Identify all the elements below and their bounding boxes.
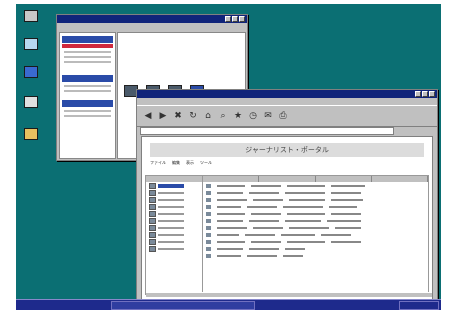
table-row[interactable]	[203, 218, 428, 224]
file-icon	[206, 191, 211, 195]
table-row[interactable]	[203, 183, 428, 189]
table-row[interactable]	[203, 239, 428, 245]
forward-icon[interactable]: ▶	[158, 109, 168, 123]
page-title: ジャーナリスト・ポータル	[150, 143, 424, 157]
table-row[interactable]	[203, 204, 428, 210]
address-field[interactable]	[140, 127, 394, 135]
home-icon[interactable]: ⌂	[203, 109, 213, 123]
panel-alert-bar	[62, 44, 113, 48]
print-icon[interactable]: ⎙	[278, 109, 288, 123]
tree-node[interactable]	[149, 218, 199, 224]
status-bar	[146, 292, 432, 297]
table-row[interactable]	[203, 225, 428, 231]
file-icon	[206, 247, 211, 251]
file-icon	[206, 184, 211, 188]
file-list-header	[203, 176, 428, 182]
favorites-icon[interactable]: ★	[233, 109, 243, 123]
table-row[interactable]	[203, 246, 428, 252]
folder-icon	[149, 183, 156, 189]
tree-node[interactable]	[149, 225, 199, 231]
folder-icon	[149, 197, 156, 203]
panel-header-3	[62, 100, 113, 107]
file-icon	[206, 226, 211, 230]
back-window-menubar	[57, 23, 247, 30]
content-menu-item[interactable]: ツール	[200, 160, 212, 166]
file-icon	[206, 254, 211, 258]
minimize-icon[interactable]	[415, 91, 421, 97]
stop-icon[interactable]: ✖	[173, 109, 183, 123]
tree-node[interactable]	[149, 232, 199, 238]
maximize-icon[interactable]	[232, 16, 238, 22]
tree-node[interactable]	[149, 239, 199, 245]
back-window-titlebar[interactable]	[57, 15, 247, 23]
content-menu-item[interactable]: 表示	[186, 160, 194, 166]
folder-icon	[149, 232, 156, 238]
panel-header	[62, 36, 113, 43]
content-menu: ファイル 編集 表示 ツール	[142, 157, 432, 169]
back-window-left-pane	[59, 32, 116, 159]
file-icon	[206, 233, 211, 237]
panel-header-2	[62, 75, 113, 82]
desktop-icon-4[interactable]	[20, 96, 42, 116]
system-tray	[399, 301, 439, 310]
browser-window[interactable]: ◀ ▶ ✖ ↻ ⌂ ⌕ ★ ◷ ✉ ⎙ ジャーナリスト・ポータル ファイル 編集…	[136, 89, 438, 306]
maximize-icon[interactable]	[422, 91, 428, 97]
history-icon[interactable]: ◷	[248, 109, 258, 123]
tree-node-selected[interactable]	[149, 183, 199, 189]
browser-menubar	[137, 98, 437, 105]
browser-toolbar: ◀ ▶ ✖ ↻ ⌂ ⌕ ★ ◷ ✉ ⎙	[137, 105, 437, 127]
tree-node[interactable]	[149, 204, 199, 210]
file-icon	[206, 240, 211, 244]
taskbar-item[interactable]	[111, 301, 255, 310]
tree-node[interactable]	[149, 197, 199, 203]
desktop-icon-2[interactable]	[20, 38, 42, 58]
desktop-icon-3[interactable]	[20, 66, 42, 86]
explorer-split-view	[145, 175, 429, 295]
desktop: ◀ ▶ ✖ ↻ ⌂ ⌕ ★ ◷ ✉ ⎙ ジャーナリスト・ポータル ファイル 編集…	[16, 4, 441, 310]
file-icon	[206, 219, 211, 223]
browser-content: ジャーナリスト・ポータル ファイル 編集 表示 ツール	[141, 136, 433, 300]
search-icon[interactable]: ⌕	[218, 109, 228, 123]
content-menu-item[interactable]: 編集	[172, 160, 180, 166]
table-row[interactable]	[203, 253, 428, 259]
table-row[interactable]	[203, 232, 428, 238]
tree-node[interactable]	[149, 190, 199, 196]
content-menu-item[interactable]: ファイル	[150, 160, 166, 166]
desktop-icon-1[interactable]	[20, 10, 42, 30]
tree-node[interactable]	[149, 246, 199, 252]
minimize-icon[interactable]	[225, 16, 231, 22]
table-row[interactable]	[203, 190, 428, 196]
folder-icon	[149, 246, 156, 252]
taskbar	[16, 299, 441, 310]
folder-icon	[149, 190, 156, 196]
folder-icon	[149, 239, 156, 245]
desktop-icon-5[interactable]	[20, 128, 42, 148]
tree-node[interactable]	[149, 211, 199, 217]
file-icon	[206, 198, 211, 202]
tree-header	[146, 176, 202, 182]
close-icon[interactable]	[239, 16, 245, 22]
address-bar	[137, 127, 437, 135]
folder-icon	[149, 218, 156, 224]
folder-icon	[149, 225, 156, 231]
table-row[interactable]	[203, 197, 428, 203]
file-icon	[206, 205, 211, 209]
folder-icon	[149, 204, 156, 210]
back-icon[interactable]: ◀	[143, 109, 153, 123]
browser-titlebar[interactable]	[137, 90, 437, 98]
mail-icon[interactable]: ✉	[263, 109, 273, 123]
file-icon	[206, 212, 211, 216]
folder-tree	[146, 176, 203, 294]
close-icon[interactable]	[429, 91, 435, 97]
table-row[interactable]	[203, 211, 428, 217]
refresh-icon[interactable]: ↻	[188, 109, 198, 123]
file-list	[203, 176, 428, 294]
folder-icon	[149, 211, 156, 217]
